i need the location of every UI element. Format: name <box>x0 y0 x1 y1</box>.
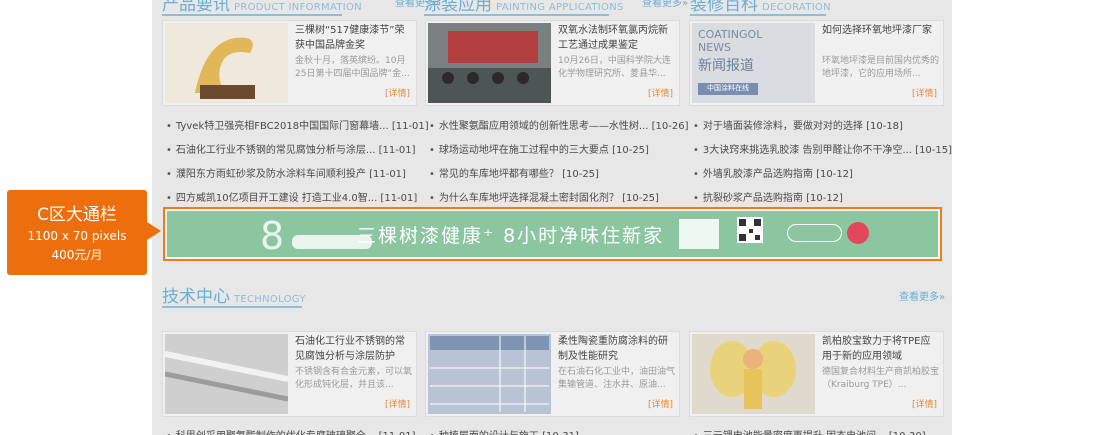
health-badge-icon <box>847 222 869 244</box>
news-item[interactable]: 石油化工行业不锈钢的常见腐蚀分析与涂层... [11-01] <box>166 141 416 156</box>
steel-tube-art <box>165 334 288 414</box>
section-header-painting: 涂装应用 PAINTING APPLICATIONS <box>424 0 624 16</box>
card-description: 金秋十月，落英缤纷。10月25日第十四届中国品牌“金... <box>295 56 410 79</box>
section-underline <box>690 14 826 16</box>
card-title: 凯柏胶宝致力于将TPE应用于新的应用领域 <box>822 336 931 362</box>
card-description: 10月26日，中国科学院大连化学物理研究所、菱县华... <box>558 56 671 79</box>
section-header-decoration: 装修百科 DECORATION <box>690 0 831 16</box>
card-description: 不锈钢含有合金元素，可以氧化形成钝化层，并且该... <box>295 367 413 390</box>
news-item[interactable]: 球场运动地坪在施工过程中的三大要点 [10-25] <box>429 141 649 156</box>
qr-code-art <box>739 219 761 241</box>
tech-card[interactable]: 石油化工行业不锈钢的常见腐蚀分析与涂层防护 不锈钢含有合金元素，可以氧化形成钝化… <box>162 331 417 417</box>
banner-slogan: 三棵树漆健康⁺ 8小时净味住新家 <box>357 225 665 247</box>
qr-code-icon <box>737 217 763 243</box>
news-item[interactable]: 水性聚氨酯应用领域的创新性思考——水性树... [10-26] <box>429 117 689 132</box>
more-link[interactable]: 查看更多» <box>899 288 945 303</box>
thumb-footer-text: 中国涂料在线 <box>698 83 758 95</box>
section-header-technology: 技术中心 TECHNOLOGY <box>162 282 306 308</box>
coatingol-news-image: COATINGOL NEWS 新闻报道 中国涂料在线 <box>692 23 815 103</box>
thumb-brand-text: COATINGOL <box>698 28 763 41</box>
section-title: 装修百科 <box>690 0 758 15</box>
callout-price: 400元/月 <box>51 248 103 262</box>
news-item[interactable]: 四方威凯10亿项目开工建设 打造工业4.0智... [11-01] <box>166 189 417 204</box>
trophy-image-art <box>165 23 288 103</box>
news-item[interactable]: 常见的车库地坪都有哪些？ [10-25] <box>429 165 599 180</box>
news-item[interactable]: 濮阳东方雨虹砂浆及防水涂料车间顺利投产 [11-01] <box>166 165 406 180</box>
callout-size: 1100 x 70 pixels <box>27 229 127 243</box>
svg-text:8: 8 <box>260 214 284 257</box>
news-item[interactable]: 为什么车库地坪选择混凝土密封固化剂？ [10-25] <box>429 189 659 204</box>
certification-badge <box>679 219 719 249</box>
section-subtitle: DECORATION <box>762 2 831 13</box>
detail-link[interactable]: [详情] <box>912 86 937 99</box>
meeting-photo-art <box>428 23 551 103</box>
trophy-image <box>165 23 288 103</box>
fairy-figure-image <box>692 334 815 414</box>
section-subtitle: TECHNOLOGY <box>234 294 306 305</box>
callout-arrow-icon <box>147 222 161 240</box>
steel-tube-image <box>165 334 288 414</box>
news-item[interactable]: 外墙乳胶漆产品选购指南 [10-12] <box>693 165 853 180</box>
news-item[interactable]: 3大诀窍来挑选乳胶漆 告别甲醛让你不干净空... [10-15] <box>693 141 952 156</box>
section-header-product: 产品要讯 PRODUCT INFORMATION <box>162 0 362 16</box>
card-description: 在石油石化工业中，油田油气集输管道、注水井、原油... <box>558 367 676 390</box>
thumb-news-text: NEWS <box>698 41 732 54</box>
news-card[interactable]: COATINGOL NEWS 新闻报道 中国涂料在线 如何选择环氧地坪漆厂家 环… <box>689 20 944 106</box>
tech-card[interactable]: 凯柏胶宝致力于将TPE应用于新的应用领域 德国复合材料生产商凯柏胶宝（Kraib… <box>689 331 944 417</box>
news-item[interactable]: 种植屋面的设计与施工 [10-31] <box>429 427 579 435</box>
card-description: 德国复合材料生产商凯柏胶宝（Kraiburg TPE）... <box>822 367 940 390</box>
right-margin <box>952 0 1100 435</box>
section-title: 技术中心 <box>162 287 230 307</box>
data-table-art <box>428 334 551 414</box>
section-title: 涂装应用 <box>424 0 492 15</box>
news-item[interactable]: 抗裂砂浆产品选购指南 [10-12] <box>693 189 843 204</box>
tech-card[interactable]: 柔性陶瓷重防腐涂料的研制及性能研究 在石油石化工业中，油田油气集输管道、注水井、… <box>425 331 680 417</box>
section-underline <box>162 306 302 308</box>
news-item[interactable]: 三元锂电池能量密度再提升 固态电池问... [10-30] <box>693 427 926 435</box>
thumb-headline-text: 新闻报道 <box>698 58 754 74</box>
news-card[interactable]: 双氧水法制环氧氯丙烷新工艺通过成果鉴定 10月26日，中国科学院大连化学物理研究… <box>425 20 680 106</box>
ad-slot-callout: C区大通栏 1100 x 70 pixels 400元/月 <box>7 190 147 275</box>
meeting-photo <box>428 23 551 103</box>
section-underline <box>424 14 609 16</box>
card-title: 三棵树“517健康漆节”荣获中国品牌金奖 <box>295 25 405 51</box>
detail-link[interactable]: [详情] <box>648 397 673 410</box>
brand-logo <box>787 224 842 242</box>
news-item[interactable]: Tyvek特卫强亮相FBC2018中国国际门窗幕墙... [11-01] <box>166 117 429 132</box>
banner-ad-slot[interactable]: 8 三棵树漆健康⁺ 8小时净味住新家 <box>163 207 942 261</box>
callout-title: C区大通栏 <box>37 205 117 225</box>
section-underline <box>162 14 342 16</box>
card-title: 石油化工行业不锈钢的常见腐蚀分析与涂层防护 <box>295 336 405 362</box>
news-item[interactable]: 对于墙面装修涂料，要做对对的选择 [10-18] <box>693 117 903 132</box>
card-title: 双氧水法制环氧氯丙烷新工艺通过成果鉴定 <box>558 25 668 51</box>
fairy-figure-art <box>692 334 815 414</box>
section-subtitle: PRODUCT INFORMATION <box>234 2 362 13</box>
data-table-image <box>428 334 551 414</box>
detail-link[interactable]: [详情] <box>648 86 673 99</box>
card-title: 柔性陶瓷重防腐涂料的研制及性能研究 <box>558 336 668 362</box>
more-link[interactable]: 查看更多» <box>642 0 688 9</box>
news-item[interactable]: 科思创采用聚氨酯制作的优化专腐玻璃聚全... [11-01] <box>166 427 416 435</box>
card-title: 如何选择环氧地坪漆厂家 <box>822 25 932 36</box>
section-subtitle: PAINTING APPLICATIONS <box>496 2 624 13</box>
section-title: 产品要讯 <box>162 0 230 15</box>
card-description: 环氧地坪漆是目前国内优秀的地坪漆，它的应用场所... <box>822 56 940 79</box>
detail-link[interactable]: [详情] <box>385 397 410 410</box>
detail-link[interactable]: [详情] <box>912 397 937 410</box>
detail-link[interactable]: [详情] <box>385 86 410 99</box>
news-card[interactable]: 三棵树“517健康漆节”荣获中国品牌金奖 金秋十月，落英缤纷。10月25日第十四… <box>162 20 417 106</box>
banner-ad[interactable]: 8 三棵树漆健康⁺ 8小时净味住新家 <box>167 211 938 257</box>
